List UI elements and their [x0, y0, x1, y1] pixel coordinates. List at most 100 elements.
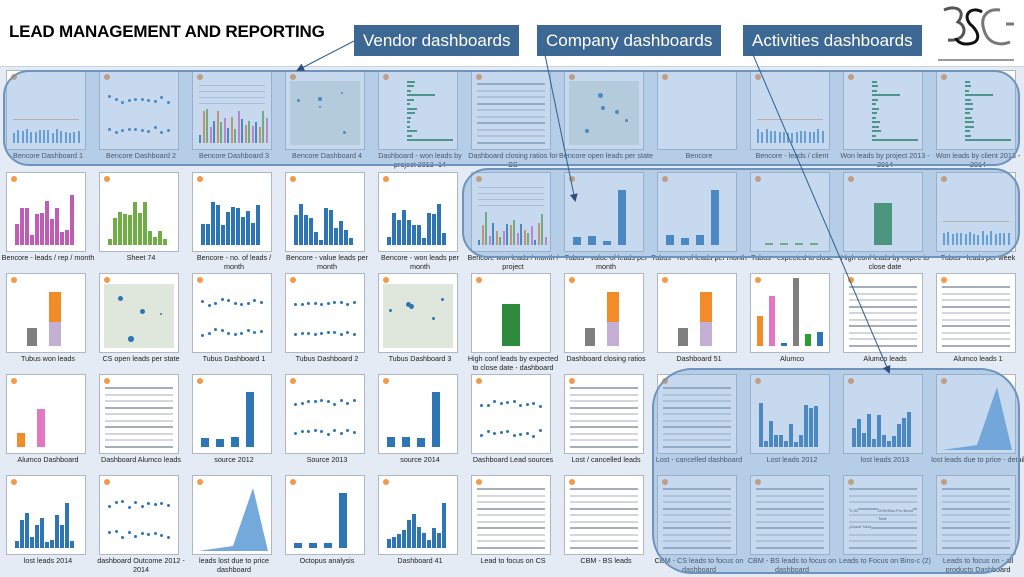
chart-bar [412, 224, 416, 245]
table-row [570, 419, 638, 422]
dashboard-thumbnail[interactable] [471, 273, 551, 353]
dashboard-thumbnail[interactable] [378, 172, 458, 252]
dashboard-thumbnail[interactable]: 0.39 DHS/Star-Pro Bond Total Grand Total [843, 475, 923, 555]
table-row [942, 325, 1010, 327]
dashboard-thumbnail[interactable] [99, 273, 179, 353]
chart-point [140, 505, 144, 509]
dashboard-thumbnail[interactable] [657, 374, 737, 454]
dashboard-thumbnail[interactable] [564, 475, 644, 555]
dashboard-thumbnail[interactable] [285, 172, 365, 252]
chart-bar [607, 322, 619, 346]
chart-bar [236, 207, 240, 245]
chart-point [153, 532, 157, 536]
chart-bar [223, 117, 226, 143]
dashboard-thumbnail[interactable] [99, 475, 179, 555]
dashboard-thumbnail[interactable] [6, 374, 86, 454]
chart-bar [17, 130, 20, 143]
chart-bar [678, 328, 688, 346]
company-logo [938, 6, 1014, 61]
chart-bar [965, 103, 974, 105]
dashboard-thumbnail[interactable] [6, 475, 86, 555]
dashboard-thumbnail[interactable] [378, 273, 458, 353]
dashboard-thumbnail[interactable] [378, 475, 458, 555]
table-row [849, 501, 917, 503]
dashboard-thumbnail[interactable] [192, 374, 272, 454]
dashboard-thumbnail[interactable] [564, 172, 644, 252]
dashboard-label: Leads to Focus on Bins-c (2) [839, 556, 931, 565]
chart-bar [70, 541, 74, 548]
dashboard-thumbnail[interactable] [564, 273, 644, 353]
dashboard-label: Lost leads 2012 [766, 455, 818, 464]
dashboard-thumbnail[interactable] [843, 374, 923, 454]
chart-bar [344, 229, 348, 245]
chart-bar [211, 202, 215, 245]
dashboard-thumbnail[interactable] [750, 70, 830, 150]
dashboard-thumbnail[interactable] [936, 70, 1016, 150]
chart-point [480, 434, 483, 438]
table-row [477, 128, 545, 131]
dashboard-thumbnail[interactable] [936, 273, 1016, 353]
chart-bar [887, 441, 891, 447]
chart-bar [417, 438, 425, 447]
table-row [663, 520, 731, 523]
dashboard-thumbnail[interactable] [843, 172, 923, 252]
dashboard-thumbnail[interactable] [843, 273, 923, 353]
chart-bar [964, 234, 967, 245]
dashboard-thumbnail[interactable] [192, 70, 272, 150]
dashboard-thumbnail[interactable] [471, 374, 551, 454]
dashboard-thumbnail[interactable] [192, 172, 272, 252]
dashboard-thumbnail[interactable] [378, 374, 458, 454]
table-row [849, 488, 917, 490]
dashboard-thumbnail[interactable] [285, 273, 365, 353]
dashboard-label: Dashboard 41 [397, 556, 443, 565]
chart-point [134, 127, 137, 131]
chart-bar [65, 229, 69, 245]
table-row [756, 501, 824, 503]
dashboard-thumbnail[interactable] [192, 273, 272, 353]
chart-bar [872, 98, 878, 101]
chart-bar [965, 116, 973, 119]
dashboard-thumbnail[interactable] [285, 70, 365, 150]
dashboard-thumbnail[interactable] [285, 475, 365, 555]
dashboard-thumbnail[interactable] [750, 475, 830, 555]
dashboard-thumbnail[interactable] [6, 70, 86, 150]
dashboard-thumbnail[interactable] [99, 70, 179, 150]
chart-bar [965, 112, 971, 114]
chart-point [114, 500, 118, 504]
grid-line [199, 91, 265, 92]
dashboard-label: Tubus - value of leads per month [564, 253, 648, 271]
chart-bar [973, 233, 976, 245]
table-row [942, 540, 1010, 542]
dashboard-thumbnail[interactable] [6, 273, 86, 353]
dashboard-thumbnail[interactable] [657, 273, 737, 353]
dashboard-thumbnail[interactable] [936, 475, 1016, 555]
chart-bar [158, 230, 162, 245]
dashboard-thumbnail[interactable] [657, 172, 737, 252]
dashboard-thumbnail[interactable] [750, 172, 830, 252]
dashboard-thumbnail[interactable] [378, 70, 458, 150]
thumbnail-logo-icon [941, 479, 947, 485]
dashboard-thumbnail[interactable] [564, 374, 644, 454]
dashboard-thumbnail[interactable] [6, 172, 86, 252]
dashboard-thumbnail[interactable] [657, 475, 737, 555]
dashboard-thumbnail[interactable] [471, 475, 551, 555]
dashboard-thumbnail[interactable] [936, 374, 1016, 454]
chart-point [207, 303, 211, 307]
chart-bar [794, 441, 798, 447]
chart-point [320, 331, 323, 335]
dashboard-thumbnail[interactable] [471, 70, 551, 150]
dashboard-thumbnail[interactable] [936, 172, 1016, 252]
dashboard-thumbnail[interactable] [99, 172, 179, 252]
dashboard-thumbnail[interactable] [750, 374, 830, 454]
dashboard-thumbnail[interactable] [99, 374, 179, 454]
dashboard-thumbnail[interactable] [564, 70, 644, 150]
dashboard-thumbnail[interactable] [285, 374, 365, 454]
dashboard-thumbnail[interactable] [192, 475, 272, 555]
chart-bar [244, 125, 247, 143]
dashboard-thumbnail[interactable] [471, 172, 551, 252]
dashboard-thumbnail[interactable] [657, 70, 737, 150]
table-row [663, 393, 731, 396]
dashboard-thumbnail[interactable] [750, 273, 830, 353]
dashboard-thumbnail[interactable] [843, 70, 923, 150]
chart-point [166, 535, 170, 539]
